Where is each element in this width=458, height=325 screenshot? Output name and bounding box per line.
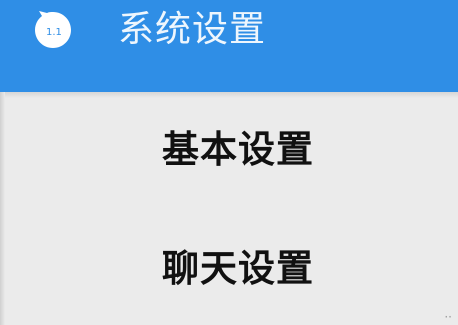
svg-text:1.1: 1.1	[46, 27, 62, 38]
menu-item-chat-settings[interactable]: 聊天设置	[0, 245, 458, 325]
corner-mark: ··	[444, 310, 452, 324]
window-title: 系统设置	[118, 9, 267, 50]
menu-item-label: 聊天设置	[162, 247, 314, 290]
menu-item-label: 基本设置	[162, 128, 314, 171]
title-bar: 1.1 系统设置	[0, 0, 458, 92]
divider-shadow	[0, 92, 458, 98]
settings-window: 1.1 系统设置 基本设置 聊天设置 ··	[0, 0, 458, 325]
app-logo-icon: 1.1	[33, 10, 73, 50]
menu-item-basic-settings[interactable]: 基本设置	[0, 126, 458, 206]
